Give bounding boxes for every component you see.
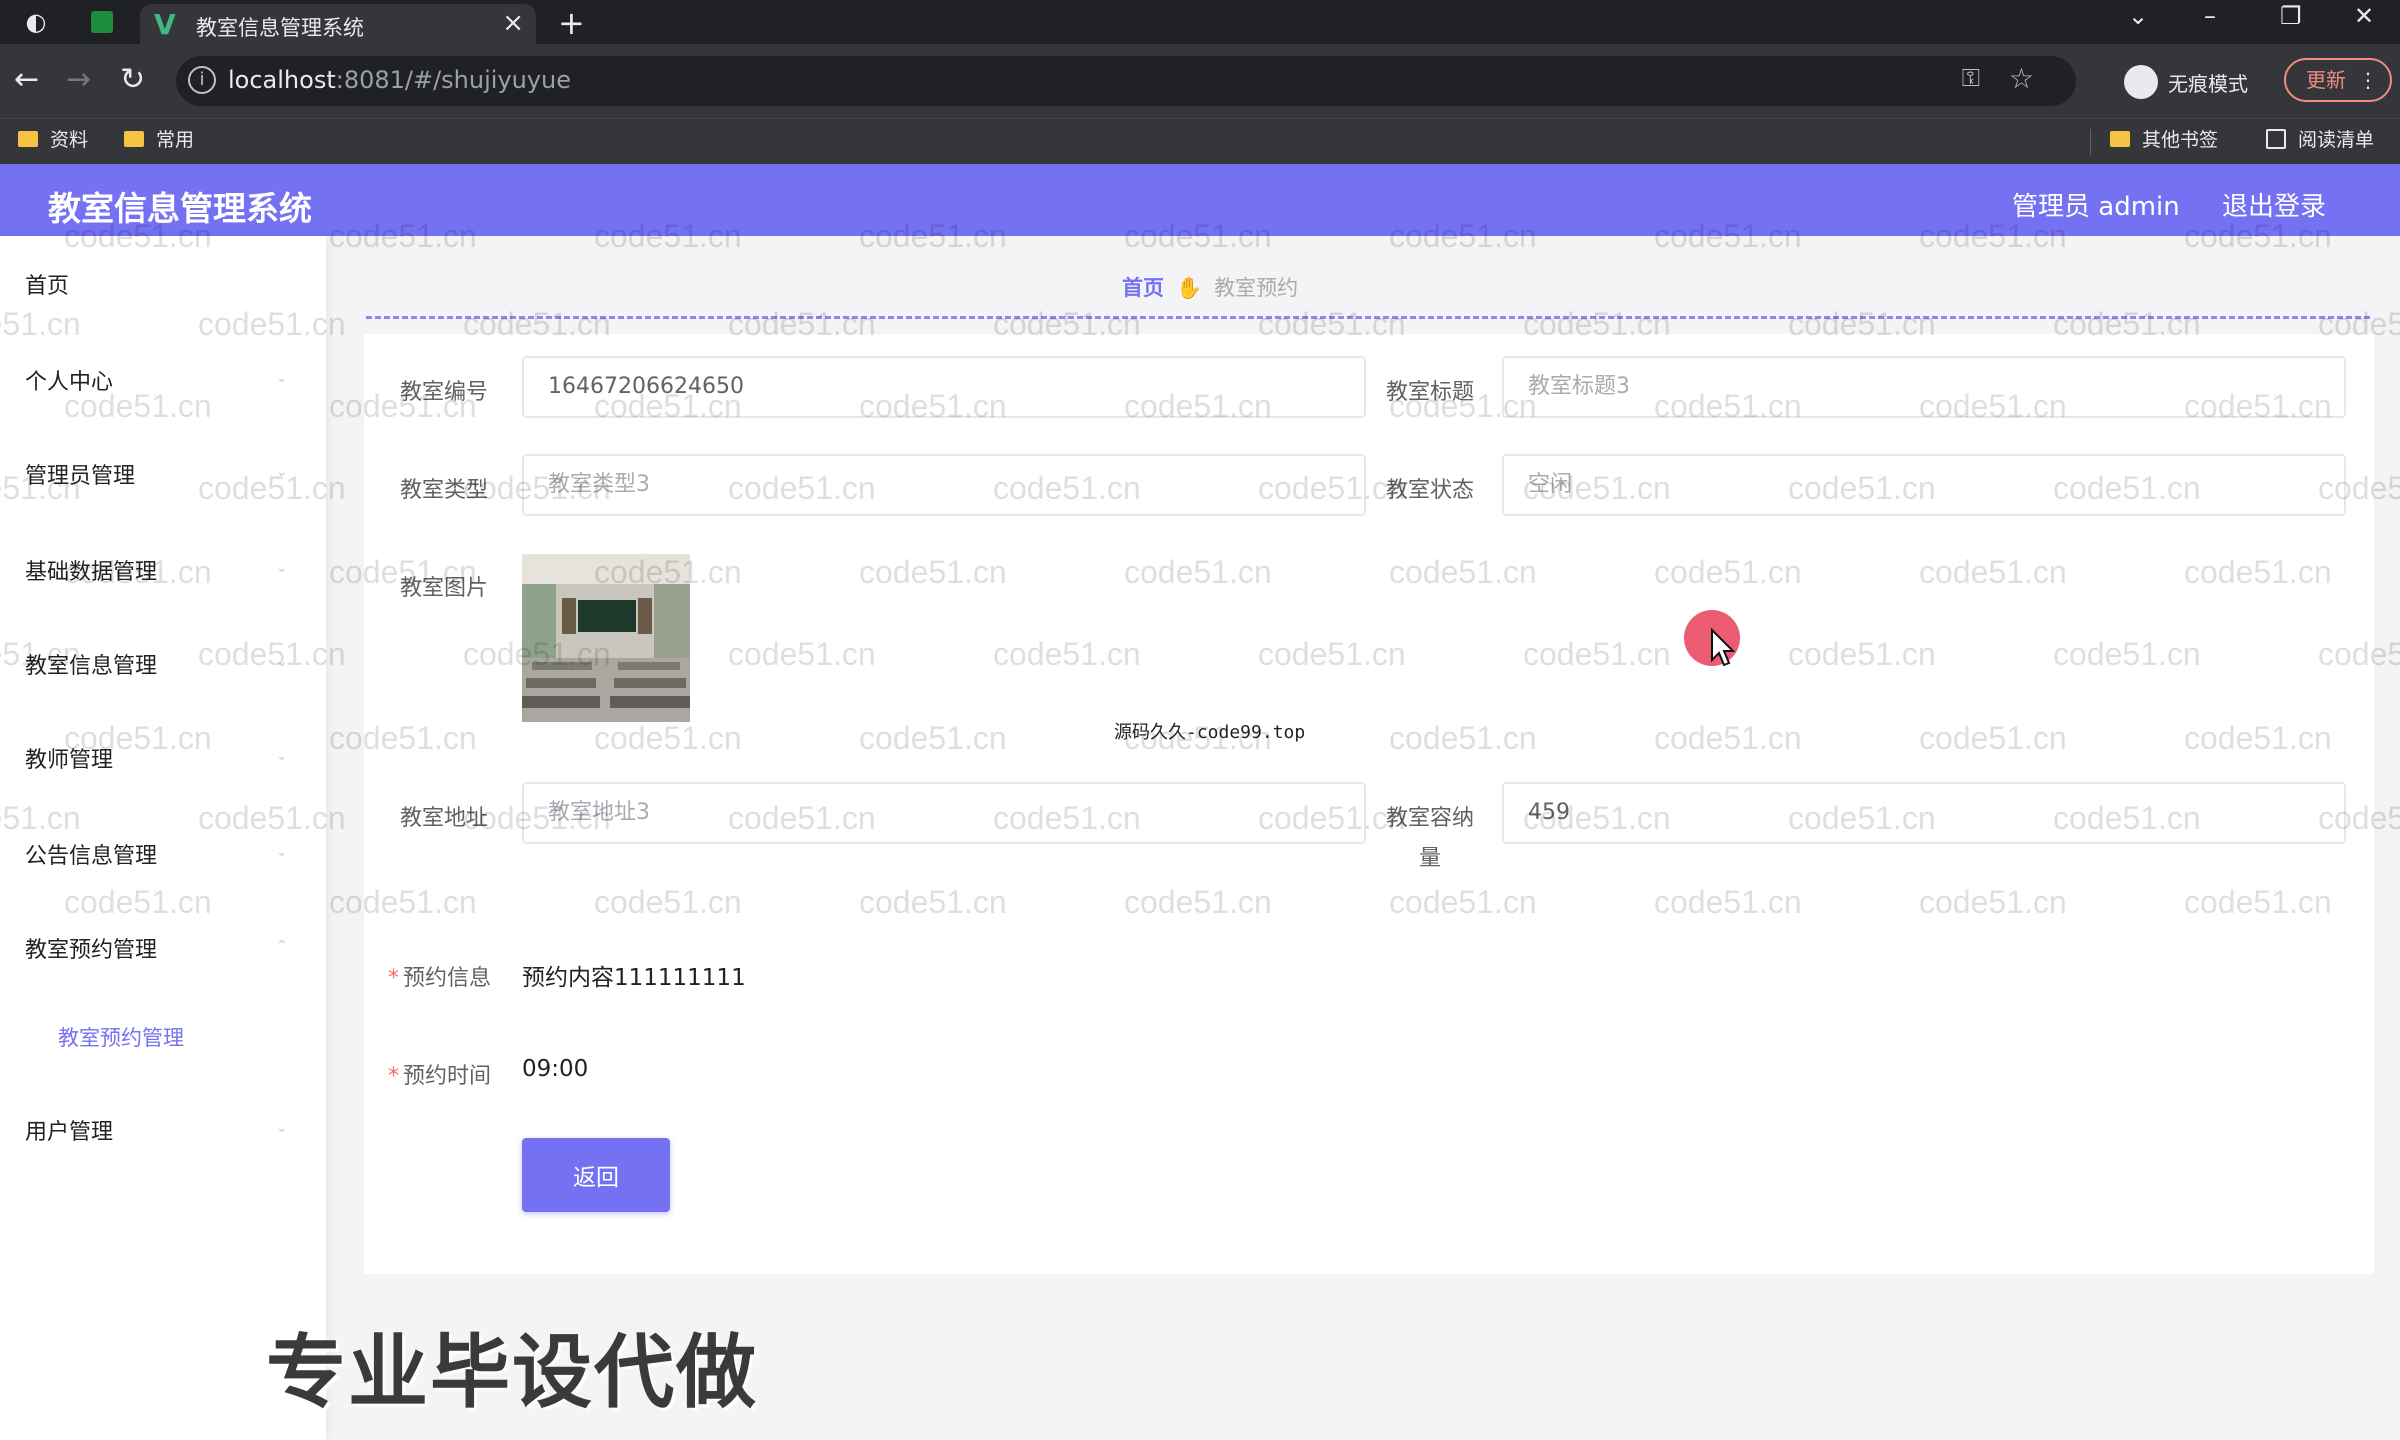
back-button[interactable]: 返回 <box>522 1138 670 1212</box>
active-tab[interactable]: V 教室信息管理系统 × <box>140 4 536 44</box>
incognito-icon <box>2124 65 2158 99</box>
browser-toolbar: ← → ↻ i localhost:8081/#/shujiyuyue ⚿ ☆ … <box>0 44 2400 118</box>
breadcrumb-separator-icon: ✋ <box>1176 276 1203 300</box>
room-image-label: 教室图片 <box>400 576 489 601</box>
bookmark-divider <box>2090 129 2091 155</box>
tab-title: 教室信息管理系统 <box>196 16 364 40</box>
reading-list[interactable]: 阅读清单 <box>2266 125 2374 152</box>
capacity-label: 教室容纳 量 <box>1386 800 1474 872</box>
reload-icon[interactable]: ↻ <box>120 62 145 97</box>
browser-menu-icon[interactable]: ◐ <box>20 6 52 38</box>
booking-time-label: * 预约时间 <box>388 1064 492 1089</box>
sidebar-item-personal-center[interactable]: 个人中心 <box>25 364 113 396</box>
chevron-down-icon: ⌄ <box>276 464 288 480</box>
source-note: 源码久久-code99.top <box>1114 722 1306 743</box>
room-status-label: 教室状态 <box>1386 478 1475 503</box>
booking-time-value: 09:00 <box>522 1056 589 1082</box>
folder-icon <box>2110 130 2130 147</box>
url-text[interactable]: localhost:8081/#/shujiyuyue <box>228 66 571 94</box>
back-icon[interactable]: ← <box>14 62 39 97</box>
chevron-down-icon: ⌄ <box>276 654 288 670</box>
folder-icon <box>18 130 38 147</box>
required-mark: * <box>388 1064 399 1089</box>
chevron-down-icon: ⌄ <box>276 748 288 764</box>
room-address-field[interactable]: 教室地址3 <box>522 782 1366 844</box>
sidebar-item-basic-data[interactable]: 基础数据管理 <box>25 554 157 586</box>
capacity-label-line1: 教室容纳 <box>1386 806 1475 831</box>
current-user: 管理员 admin <box>2012 192 2180 222</box>
minimize-icon[interactable]: – <box>2204 2 2216 30</box>
bookmark-star-icon[interactable]: ☆ <box>2009 62 2034 95</box>
sidebar-item-reservation[interactable]: 教室预约管理 <box>25 932 157 964</box>
app-title: 教室信息管理系统 <box>48 189 312 228</box>
tab-search-icon[interactable]: ⌄ <box>2128 2 2148 30</box>
update-button[interactable]: 更新 ⋮ <box>2284 58 2392 102</box>
capacity-label-line2: 量 <box>1419 846 1442 871</box>
bookmark-folder-changyong[interactable]: 常用 <box>124 125 194 152</box>
sidebar-item-notice[interactable]: 公告信息管理 <box>25 838 157 870</box>
classroom-image <box>522 554 690 722</box>
sidebar: 首页 个人中心 ⌄ 管理员管理 ⌄ 基础数据管理 ⌄ 教室信息管理 ⌄ 教师管理… <box>0 236 326 1440</box>
room-type-label: 教室类型 <box>400 478 489 503</box>
capacity-field[interactable]: 459 <box>1502 782 2346 844</box>
room-no-field[interactable]: 16467206624650 <box>522 356 1366 418</box>
sidebar-item-teacher[interactable]: 教师管理 <box>25 742 113 774</box>
address-bar[interactable]: i localhost:8081/#/shujiyuyue ⚿ ☆ <box>176 56 2076 106</box>
incognito-label: 无痕模式 <box>2168 71 2248 96</box>
sidebar-item-admin-management[interactable]: 管理员管理 <box>25 458 135 490</box>
sidebar-item-classroom-info[interactable]: 教室信息管理 <box>25 648 157 680</box>
room-title-field[interactable]: 教室标题3 <box>1502 356 2346 418</box>
close-window-icon[interactable]: ✕ <box>2354 2 2374 30</box>
bookmark-folder-ziliao[interactable]: 资料 <box>18 125 88 152</box>
logout-link[interactable]: 退出登录 <box>2222 186 2326 223</box>
breadcrumb-current: 教室预约 <box>1214 276 1299 300</box>
folder-icon <box>124 130 144 147</box>
bookmarks-bar: 资料 常用 其他书签 阅读清单 <box>0 118 2400 164</box>
room-status-field[interactable]: 空闲 <box>1502 454 2346 516</box>
mouse-cursor-icon <box>1711 628 1736 667</box>
browser-tab-strip: ◐ V 教室信息管理系统 × + ⌄ – ❐ ✕ <box>0 0 2400 44</box>
restore-icon[interactable]: ❐ <box>2280 2 2302 30</box>
reading-list-icon <box>2266 128 2286 149</box>
close-tab-icon[interactable]: × <box>502 8 524 38</box>
breadcrumb-divider <box>366 316 2370 319</box>
booking-info-value: 预约内容111111111 <box>522 965 746 991</box>
update-label: 更新 <box>2306 68 2346 92</box>
forward-icon[interactable]: → <box>66 62 91 97</box>
promo-banner: 专业毕设代做 <box>266 1326 758 1419</box>
required-mark: * <box>388 966 399 991</box>
room-no-label: 教室编号 <box>400 380 489 405</box>
key-icon[interactable]: ⚿ <box>1962 64 1980 92</box>
app-header: 教室信息管理系统 管理员 admin 退出登录 <box>0 164 2400 236</box>
breadcrumb-home[interactable]: 首页 <box>1122 276 1164 300</box>
sidebar-item-user-management[interactable]: 用户管理 <box>25 1114 113 1146</box>
chevron-down-icon: ⌄ <box>276 844 288 860</box>
site-info-icon[interactable]: i <box>188 66 216 94</box>
chevron-down-icon: ⌄ <box>276 370 288 386</box>
breadcrumb: 首页 ✋ 教室预约 <box>1122 272 1298 302</box>
more-icon[interactable]: ⋮ <box>2358 60 2378 100</box>
classroom-photo[interactable] <box>522 554 690 722</box>
chevron-down-icon: ⌄ <box>276 560 288 576</box>
incognito-indicator[interactable]: 无痕模式 <box>2124 62 2248 102</box>
vue-logo-icon: V <box>154 8 176 41</box>
chevron-down-icon: ⌄ <box>276 1120 288 1136</box>
sidebar-subitem-reservation-management[interactable]: 教室预约管理 <box>58 1022 184 1052</box>
room-address-label: 教室地址 <box>400 806 489 831</box>
booking-info-label: * 预约信息 <box>388 966 492 991</box>
other-bookmarks[interactable]: 其他书签 <box>2110 125 2218 152</box>
new-tab-icon[interactable]: + <box>558 4 585 42</box>
room-title-label: 教室标题 <box>1386 380 1475 405</box>
extension-icon[interactable] <box>86 6 118 38</box>
sidebar-item-home[interactable]: 首页 <box>25 268 69 300</box>
room-type-field[interactable]: 教室类型3 <box>522 454 1366 516</box>
chevron-up-icon: ⌃ <box>276 938 288 954</box>
